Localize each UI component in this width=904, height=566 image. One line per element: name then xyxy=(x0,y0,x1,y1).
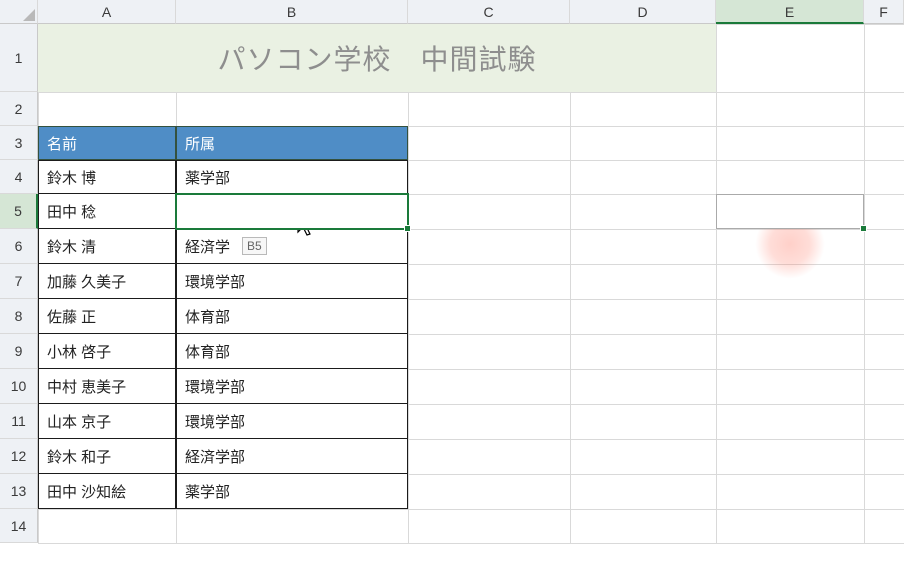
column-header-D[interactable]: D xyxy=(570,0,716,24)
table-header-dept[interactable]: 所属 xyxy=(176,126,408,160)
table-cell-name[interactable]: 加藤 久美子 xyxy=(38,264,176,299)
table-cell-dept[interactable]: 環境学部 xyxy=(176,264,408,299)
table-cell-dept[interactable]: 薬学部 xyxy=(176,160,408,194)
column-header-C[interactable]: C xyxy=(408,0,570,24)
row-header-3[interactable]: 3 xyxy=(0,126,38,160)
table-cell-dept[interactable]: 薬学部 xyxy=(176,474,408,509)
row-headers: 1234567891011121314 xyxy=(0,24,38,543)
cell-grid[interactable]: パソコン学校 中間試験名前所属鈴木 博薬学部田中 稔鈴木 清経済学加藤 久美子環… xyxy=(38,24,904,543)
column-header-F[interactable]: F xyxy=(864,0,904,24)
table-cell-name[interactable]: 中村 恵美子 xyxy=(38,369,176,404)
table-cell-name[interactable]: 鈴木 和子 xyxy=(38,439,176,474)
secondary-cell-border xyxy=(716,194,864,229)
row-header-10[interactable]: 10 xyxy=(0,369,38,404)
row-header-8[interactable]: 8 xyxy=(0,299,38,334)
row-header-4[interactable]: 4 xyxy=(0,160,38,194)
table-cell-dept[interactable]: 経済学部 xyxy=(176,439,408,474)
spreadsheet: ABCDEF 1234567891011121314 パソコン学校 中間試験名前… xyxy=(0,0,904,566)
row-header-2[interactable]: 2 xyxy=(0,92,38,126)
row-header-5[interactable]: 5 xyxy=(0,194,38,229)
table-cell-name[interactable]: 田中 沙知絵 xyxy=(38,474,176,509)
row-header-7[interactable]: 7 xyxy=(0,264,38,299)
row-header-12[interactable]: 12 xyxy=(0,439,38,474)
table-cell-dept[interactable]: 体育部 xyxy=(176,334,408,369)
row-header-11[interactable]: 11 xyxy=(0,404,38,439)
column-header-E[interactable]: E xyxy=(716,0,864,24)
select-all-corner[interactable] xyxy=(0,0,38,24)
table-header-name[interactable]: 名前 xyxy=(38,126,176,160)
column-headers: ABCDEF xyxy=(38,0,904,24)
table-cell-dept[interactable]: 体育部 xyxy=(176,299,408,334)
row-header-14[interactable]: 14 xyxy=(0,509,38,543)
table-cell-name[interactable]: 佐藤 正 xyxy=(38,299,176,334)
table-cell-dept[interactable] xyxy=(176,194,408,229)
table-cell-dept[interactable]: 経済学 xyxy=(176,229,408,264)
row-header-9[interactable]: 9 xyxy=(0,334,38,369)
table-cell-name[interactable]: 鈴木 清 xyxy=(38,229,176,264)
row-header-6[interactable]: 6 xyxy=(0,229,38,264)
table-cell-dept[interactable]: 環境学部 xyxy=(176,404,408,439)
column-header-B[interactable]: B xyxy=(176,0,408,24)
table-cell-name[interactable]: 小林 啓子 xyxy=(38,334,176,369)
table-cell-name[interactable]: 鈴木 博 xyxy=(38,160,176,194)
column-header-A[interactable]: A xyxy=(38,0,176,24)
table-cell-name[interactable]: 田中 稔 xyxy=(38,194,176,229)
row-header-13[interactable]: 13 xyxy=(0,474,38,509)
title-cell[interactable]: パソコン学校 中間試験 xyxy=(38,24,716,92)
row-header-1[interactable]: 1 xyxy=(0,24,38,92)
table-cell-dept[interactable]: 環境学部 xyxy=(176,369,408,404)
table-cell-name[interactable]: 山本 京子 xyxy=(38,404,176,439)
